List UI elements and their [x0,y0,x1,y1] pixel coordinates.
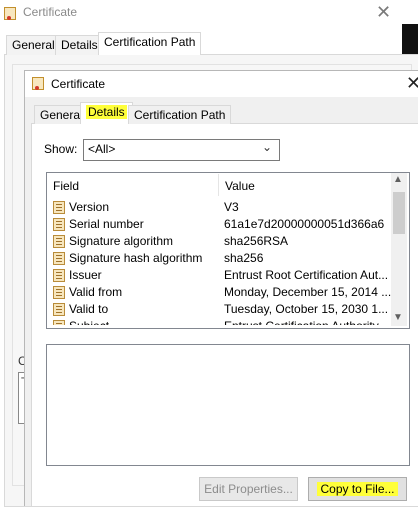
list-item[interactable]: Subject Entrust Certification Authority..… [53,318,389,325]
certificate-field-icon [53,252,65,265]
field-name: Issuer [69,268,102,282]
field-detail-box[interactable] [46,344,410,466]
list-item[interactable]: Issuer Entrust Root Certification Aut... [53,267,389,284]
field-value: sha256 [224,251,264,265]
list-item[interactable]: Version V3 [53,199,389,216]
field-name: Serial number [69,217,144,231]
field-value: sha256RSA [224,234,289,248]
field-value: Tuesday, October 15, 2030 1... [224,302,389,316]
certificate-field-icon [53,320,65,325]
list-item[interactable]: Valid from Monday, December 15, 2014 ... [53,284,392,301]
list-item[interactable]: Valid to Tuesday, October 15, 2030 1... [53,301,389,318]
certificate-field-icon [53,201,65,214]
field-name: Subject [69,319,109,325]
certificate-field-icon [53,286,65,299]
copy-to-file-label: Copy to File... [317,482,398,496]
field-value: Monday, December 15, 2014 ... [224,285,392,299]
field-value: Entrust Certification Authority... [224,319,388,325]
certificate-field-icon [53,269,65,282]
field-name: Signature hash algorithm [69,251,203,265]
list-item[interactable]: Signature algorithm sha256RSA [53,233,389,250]
field-name: Signature algorithm [69,234,174,248]
field-name: Valid from [69,285,123,299]
field-value: Entrust Root Certification Aut... [224,268,389,282]
field-name: Version [69,200,110,214]
copy-to-file-button[interactable]: Copy to File... [308,477,407,501]
certificate-field-icon [53,235,65,248]
certificate-field-icon [53,303,65,316]
field-name: Valid to [69,302,109,316]
field-value: 61a1e7d20000000051d366a6 [224,217,385,231]
list-item[interactable]: Serial number 61a1e7d20000000051d366a6 [53,216,389,233]
field-value: V3 [224,200,239,214]
certificate-field-icon [53,218,65,231]
edit-properties-button[interactable]: Edit Properties... [199,477,298,501]
list-item[interactable]: Signature hash algorithm sha256 [53,250,389,267]
fields-list-rows: Version V3 Serial number 61a1e7d20000000051… [0,0,418,325]
